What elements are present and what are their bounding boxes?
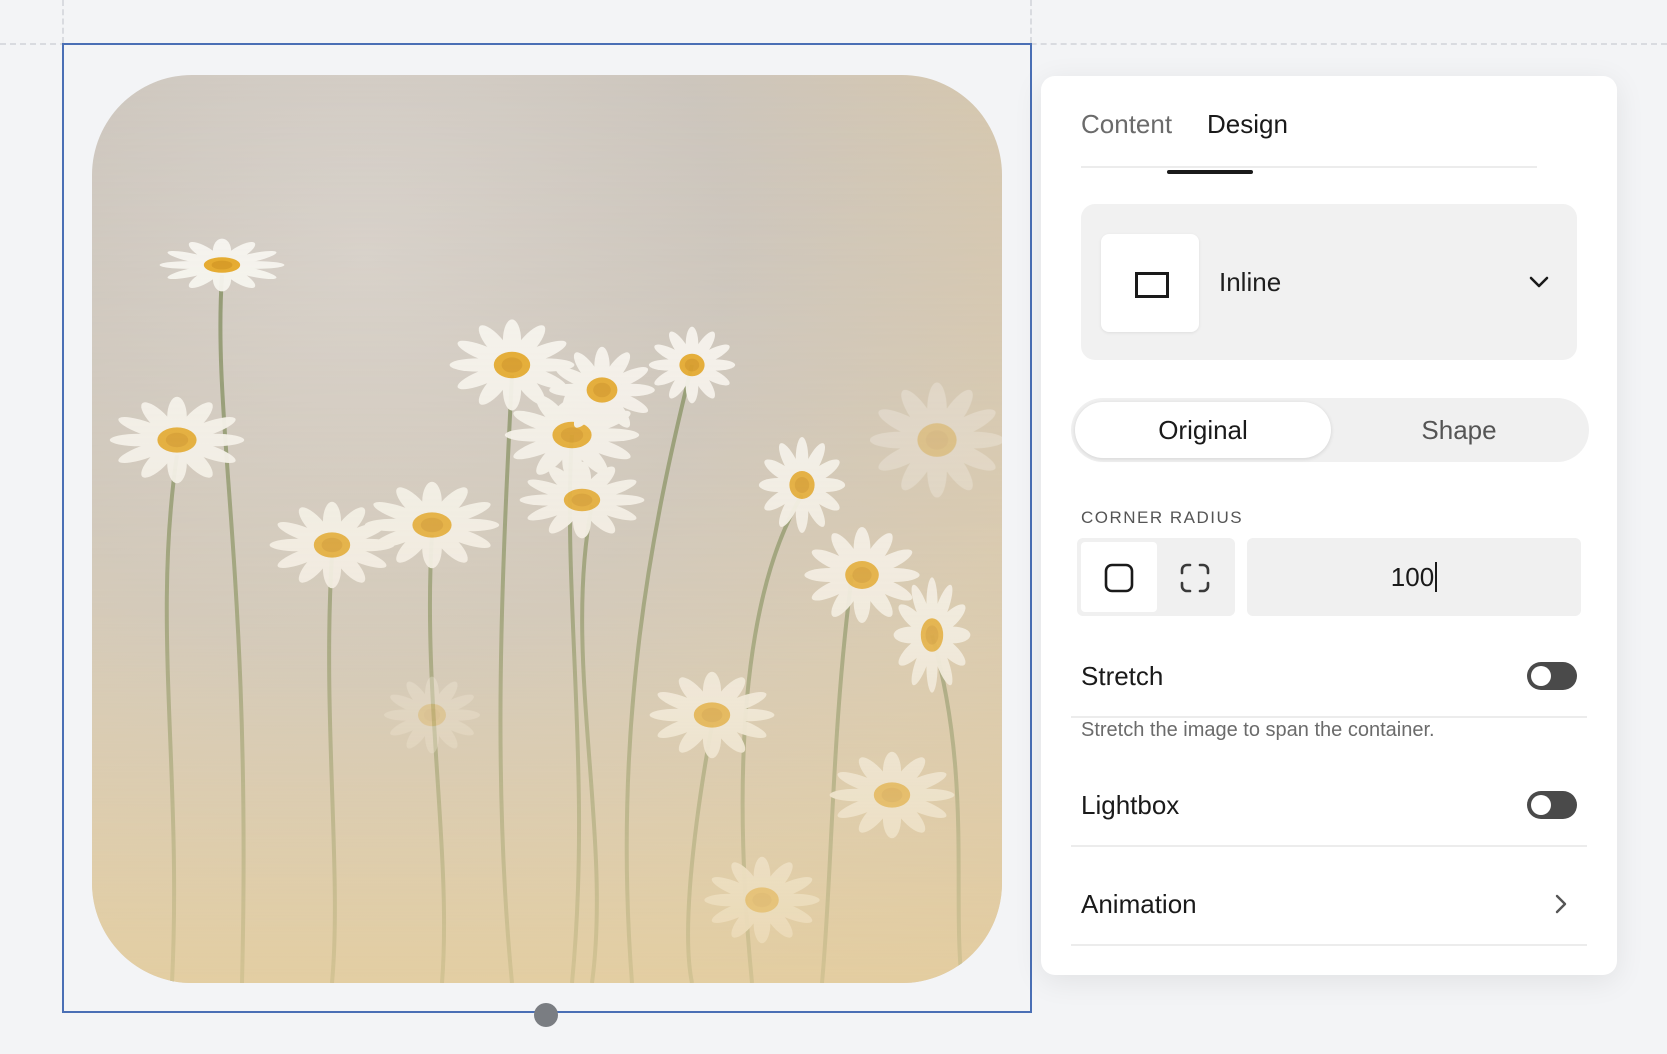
- layout-guide-left: [62, 0, 64, 43]
- original-option[interactable]: Original: [1075, 402, 1331, 458]
- design-panel: Content Design Inline Original Shape COR…: [1041, 76, 1617, 975]
- layout-selected-label: Inline: [1219, 267, 1282, 297]
- rectangle-icon: [1135, 272, 1169, 298]
- all-corners-icon: [1104, 563, 1134, 593]
- corner-radius-input[interactable]: 100: [1247, 538, 1581, 616]
- resize-handle[interactable]: [534, 1003, 558, 1027]
- chevron-down-icon: [1529, 276, 1549, 288]
- tab-content[interactable]: Content: [1081, 106, 1172, 142]
- shape-option[interactable]: Shape: [1331, 402, 1587, 458]
- animation-row[interactable]: Animation: [1071, 846, 1587, 944]
- lightbox-label: Lightbox: [1081, 790, 1180, 820]
- corner-radius-mode: [1077, 538, 1235, 616]
- chevron-right-icon: [1555, 894, 1567, 914]
- daisy-photo-illustration: [92, 75, 1002, 983]
- stretch-label: Stretch: [1081, 661, 1164, 691]
- animation-label: Animation: [1081, 889, 1197, 919]
- divider: [1071, 944, 1587, 946]
- panel-tabs: Content Design: [1081, 106, 1537, 168]
- individual-corners-button[interactable]: [1157, 542, 1233, 612]
- layout-dropdown[interactable]: Inline: [1081, 204, 1577, 360]
- tab-design[interactable]: Design: [1207, 106, 1288, 142]
- stretch-toggle[interactable]: [1527, 662, 1577, 690]
- lightbox-toggle[interactable]: [1527, 791, 1577, 819]
- corner-radius-label: CORNER RADIUS: [1081, 508, 1244, 527]
- corner-radius-value: 100: [1390, 562, 1435, 592]
- all-corners-button[interactable]: [1081, 542, 1157, 612]
- toggle-knob: [1531, 666, 1551, 686]
- individual-corners-icon: [1180, 563, 1210, 593]
- layout-thumbnail: [1101, 234, 1199, 332]
- text-caret: [1435, 562, 1438, 593]
- daisy-image[interactable]: [92, 75, 1002, 983]
- active-tab-indicator: [1167, 170, 1253, 174]
- toggle-knob: [1531, 795, 1551, 815]
- stretch-help-text: Stretch the image to span the container.: [1081, 719, 1435, 741]
- image-mode-toggle: Original Shape: [1071, 398, 1589, 462]
- layout-guide-right: [1030, 0, 1032, 43]
